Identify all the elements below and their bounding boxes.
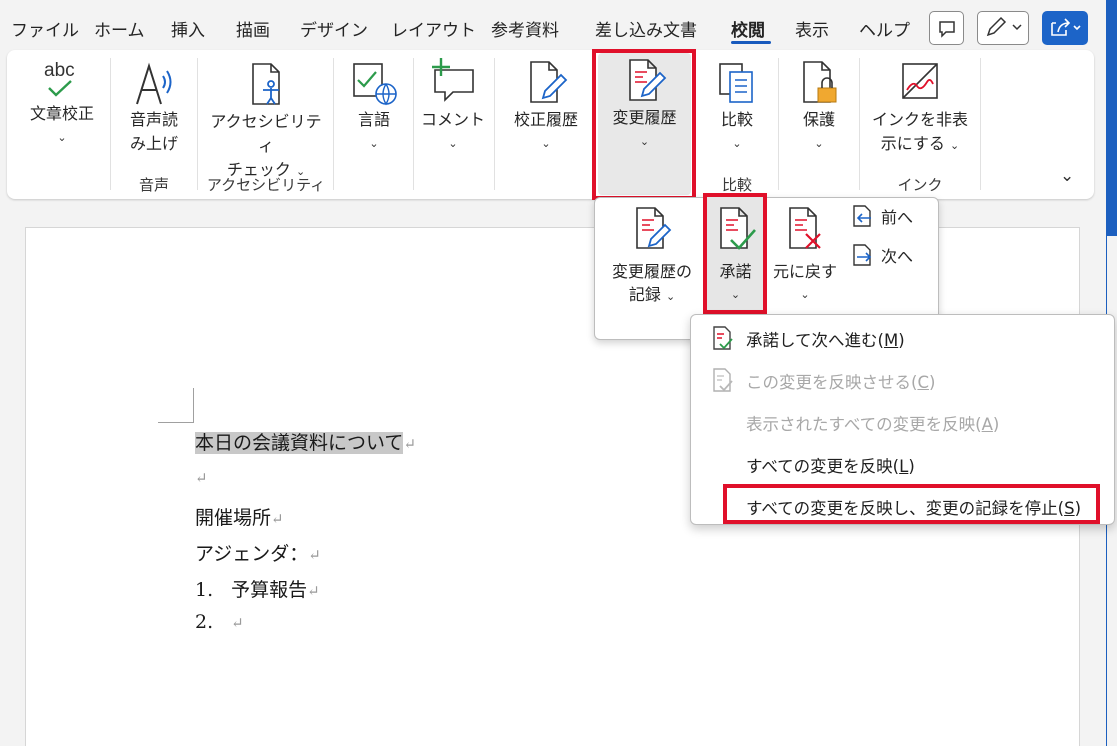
tab-help[interactable]: ヘルプ xyxy=(859,16,910,41)
ribbon-separator xyxy=(333,58,334,190)
chevron-down-icon: ⌄ xyxy=(665,290,676,303)
spell-check-icon: abc xyxy=(44,60,75,97)
menu-item-accept-all-shown: 表示されたすべての変更を反映(A) xyxy=(746,415,1000,434)
compare-icon xyxy=(719,63,753,103)
page-corner-mark xyxy=(158,422,193,423)
language-icon xyxy=(353,63,397,106)
ribbon-separator xyxy=(110,58,111,190)
comment-icon xyxy=(939,21,955,38)
track-changes-highlight-box xyxy=(592,49,696,200)
chevron-down-icon: ⌄ xyxy=(800,288,810,301)
accessibility-icon xyxy=(252,63,280,105)
accept-and-next-icon xyxy=(713,326,733,350)
accept-all-stop-highlight-box xyxy=(723,484,1100,524)
ribbon-separator xyxy=(980,58,981,190)
hide-ink-button[interactable]: インクを非表 示にする ⌄ xyxy=(866,58,974,158)
share-icon xyxy=(1051,18,1081,36)
doc-paragraph[interactable]: アジェンダ：↵ xyxy=(195,539,321,566)
accept-highlight-box xyxy=(703,193,767,314)
tab-design[interactable]: デザイン xyxy=(300,16,368,41)
ribbon-separator xyxy=(197,58,198,190)
group-label-compare: 比較 xyxy=(721,176,752,194)
doc-paragraph[interactable]: 本日の会議資料について↵ xyxy=(195,428,416,455)
chevron-down-icon: ⌄ xyxy=(950,139,960,152)
previous-change-icon xyxy=(853,205,871,227)
compare-button[interactable]: 比較 ⌄ xyxy=(707,58,767,156)
group-label-accessibility: アクセシビリティ xyxy=(206,176,326,194)
group-label-speech: 音声 xyxy=(138,176,169,194)
doc-list-item[interactable]: 1. 予算報告↵ xyxy=(195,575,320,602)
track-changes-icon xyxy=(636,207,672,249)
proofing-history-icon xyxy=(530,61,568,103)
share-button[interactable] xyxy=(1042,11,1088,45)
comment-button[interactable]: コメント ⌄ xyxy=(420,56,486,156)
comments-button[interactable] xyxy=(929,11,964,45)
language-button[interactable]: 言語 ⌄ xyxy=(343,58,405,156)
ribbon-separator xyxy=(778,58,779,190)
group-label-ink: インク xyxy=(897,176,943,194)
protect-button[interactable]: 保護 ⌄ xyxy=(787,58,851,156)
ribbon-separator xyxy=(413,58,414,190)
tab-layout[interactable]: レイアウト xyxy=(391,16,476,41)
menu-item-accept-all[interactable]: すべての変更を反映(L) xyxy=(746,453,915,477)
proofing-history-button[interactable]: 校正履歴 ⌄ xyxy=(503,58,589,156)
read-aloud-icon xyxy=(136,62,172,105)
doc-paragraph[interactable]: 開催場所↵ xyxy=(195,503,284,530)
chevron-down-icon: ⌄ xyxy=(448,137,458,150)
reject-icon xyxy=(789,207,821,249)
tab-references[interactable]: 参考資料 xyxy=(491,16,559,41)
page-corner-mark xyxy=(193,388,194,423)
tab-review[interactable]: 校閲 xyxy=(731,16,765,41)
chevron-down-icon: ⌄ xyxy=(369,137,379,150)
tab-mailings[interactable]: 差し込み文書 xyxy=(595,16,697,41)
tab-view[interactable]: 表示 xyxy=(795,16,829,41)
doc-paragraph[interactable]: ↵ xyxy=(195,466,208,488)
next-change-icon xyxy=(853,244,872,266)
svg-text:abc: abc xyxy=(44,60,75,81)
accessibility-check-button[interactable]: アクセシビリティ チェック ⌄ xyxy=(206,60,326,184)
ribbon-separator xyxy=(494,58,495,190)
selected-text[interactable]: 本日の会議資料について xyxy=(195,432,404,454)
lock-icon xyxy=(803,61,837,103)
chevron-down-icon: ⌄ xyxy=(57,131,67,144)
reject-button[interactable]: 元に戻す ⌄ xyxy=(769,204,841,306)
menu-item-accept-and-next[interactable]: 承諾して次へ進む(M) xyxy=(746,327,905,351)
previous-change-button[interactable]: 前へ xyxy=(851,204,913,228)
menu-item-accept-this-change: この変更を反映させる(C) xyxy=(746,373,936,392)
list-number: 2. xyxy=(195,611,214,633)
next-change-button[interactable]: 次へ xyxy=(851,243,913,267)
tab-draw[interactable]: 描画 xyxy=(236,16,270,41)
pencil-icon xyxy=(986,16,1022,37)
list-number: 1. xyxy=(195,579,214,601)
chevron-down-icon: ⌄ xyxy=(732,137,742,150)
doc-list-item[interactable]: 2. ↵ xyxy=(195,611,244,633)
menu-tab-bar: ファイル ホーム 挿入 描画 デザイン レイアウト 参考資料 差し込み文書 校閲… xyxy=(0,0,1117,50)
ribbon-separator xyxy=(859,58,860,190)
tab-file[interactable]: ファイル xyxy=(11,16,79,41)
tab-home[interactable]: ホーム xyxy=(94,16,145,41)
new-comment-icon xyxy=(432,58,474,102)
active-tab-indicator xyxy=(731,41,771,44)
editing-mode-button[interactable] xyxy=(977,11,1029,45)
read-aloud-button[interactable]: 音声読 み上げ xyxy=(118,60,190,156)
accept-change-icon xyxy=(713,368,733,392)
ribbon-expand-chevron-icon[interactable]: ⌄ xyxy=(1060,166,1074,186)
spelling-check-button[interactable]: abc 文章校正 ⌄ xyxy=(18,58,106,150)
track-changes-record-button[interactable]: 変更履歴の 記録 ⌄ xyxy=(602,204,702,308)
chevron-down-icon: ⌄ xyxy=(814,137,824,150)
tab-insert[interactable]: 挿入 xyxy=(171,16,205,41)
chevron-down-icon: ⌄ xyxy=(541,137,551,150)
hide-ink-icon xyxy=(902,63,938,99)
